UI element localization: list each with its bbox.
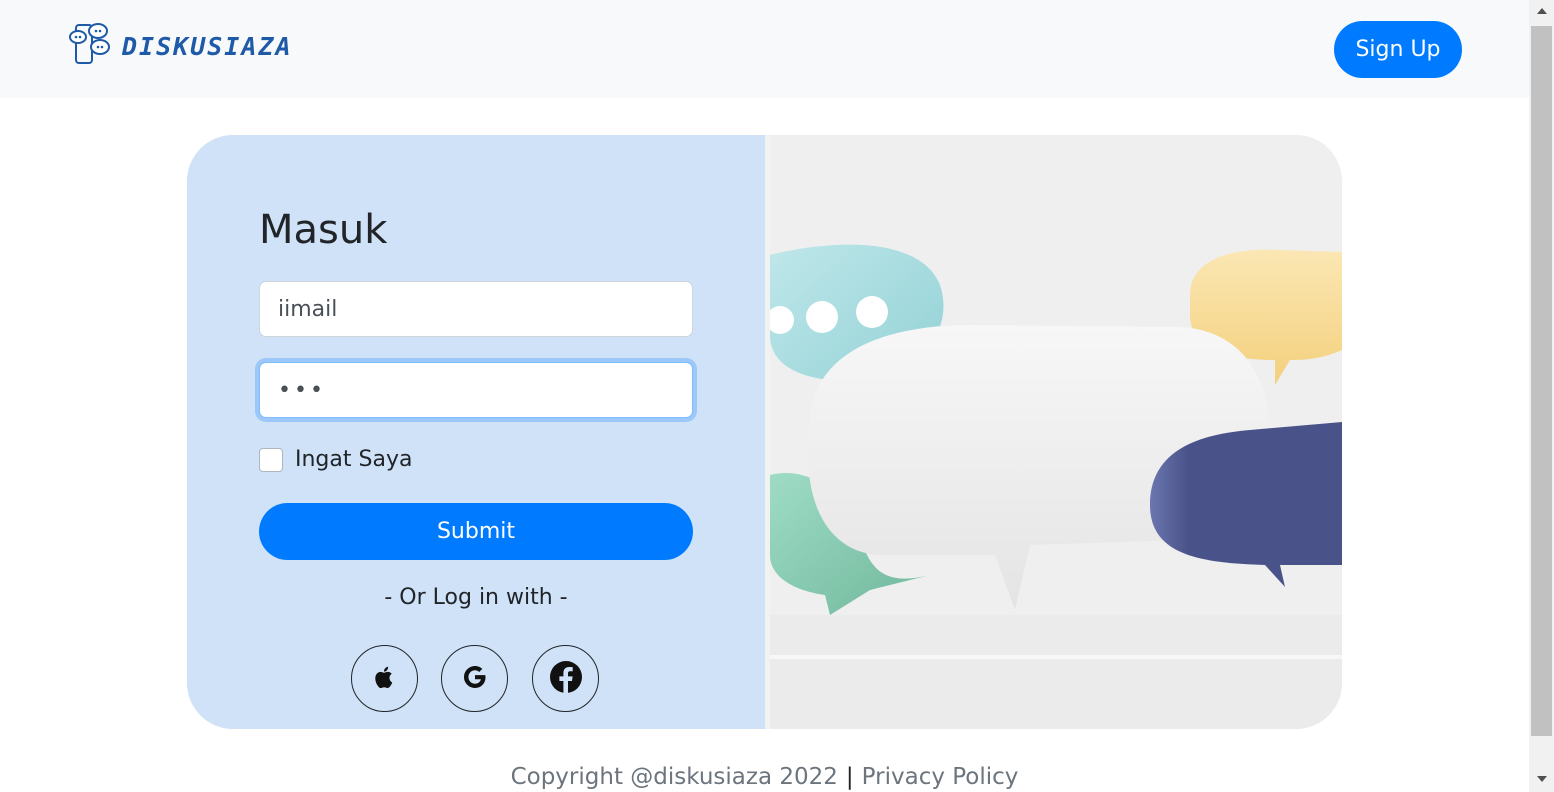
submit-button[interactable]: Submit <box>259 503 693 560</box>
login-card: Masuk Ingat Saya Submit - Or Log in with… <box>187 135 1342 729</box>
sign-up-button[interactable]: Sign Up <box>1334 21 1462 78</box>
footer: Copyright @diskusiaza 2022 | Privacy Polic… <box>0 764 1529 790</box>
privacy-policy-link[interactable]: Privacy Policy <box>862 764 1019 790</box>
apple-icon <box>373 664 397 693</box>
apple-login-button[interactable] <box>351 645 418 712</box>
remember-me-row[interactable]: Ingat Saya <box>259 447 412 472</box>
chat-bubbles-logo-icon <box>68 21 116 71</box>
facebook-icon <box>549 660 583 697</box>
google-icon <box>461 663 489 694</box>
facebook-login-button[interactable] <box>532 645 599 712</box>
login-form: Masuk Ingat Saya Submit - Or Log in with… <box>187 135 765 729</box>
navbar: DISKUSIAZA Sign Up <box>0 0 1529 98</box>
scroll-up-arrow-icon[interactable] <box>1529 2 1554 20</box>
vertical-scrollbar[interactable] <box>1529 0 1554 792</box>
password-field[interactable] <box>259 362 693 418</box>
chat-bubbles-illustration <box>770 135 1342 729</box>
remember-me-checkbox[interactable] <box>259 447 283 472</box>
or-login-with-text: - Or Log in with - <box>384 585 568 610</box>
scrollbar-thumb[interactable] <box>1531 26 1552 736</box>
remember-me-label[interactable]: Ingat Saya <box>295 447 412 472</box>
footer-separator: | <box>845 764 854 790</box>
email-field[interactable] <box>259 281 693 337</box>
google-login-button[interactable] <box>441 645 508 712</box>
scroll-down-arrow-icon[interactable] <box>1529 770 1554 788</box>
brand-name: DISKUSIAZA <box>122 31 293 61</box>
page-title: Masuk <box>259 207 388 253</box>
copyright-text: Copyright @diskusiaza 2022 <box>510 764 838 790</box>
brand-logo[interactable]: DISKUSIAZA <box>68 22 293 70</box>
